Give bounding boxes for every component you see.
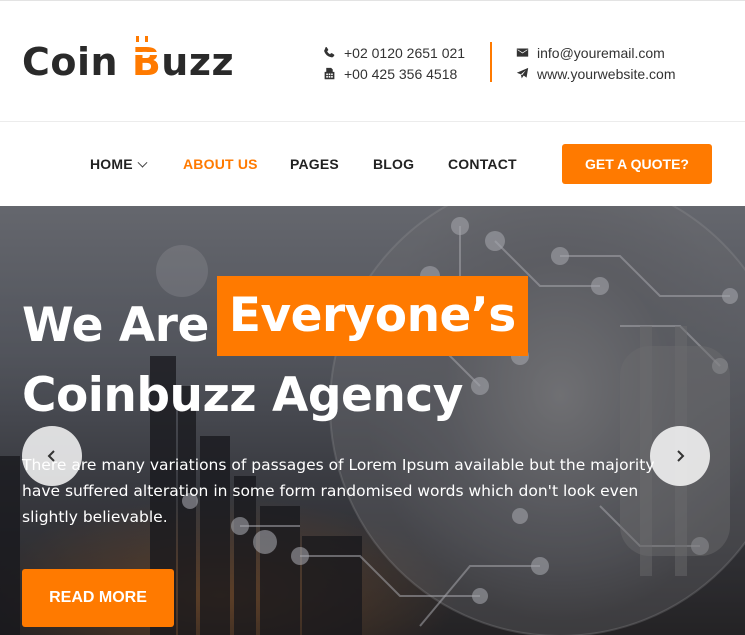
hero-slider: We Are Everyone’s Coinbuzz Agency There a… — [0, 206, 745, 635]
phone-number-2[interactable]: +00 425 356 4518 — [344, 66, 457, 82]
get-a-quote-button[interactable]: GET A QUOTE? — [562, 144, 712, 184]
website-row: www.yourwebsite.com — [515, 63, 676, 84]
slider-prev-button[interactable] — [22, 426, 82, 486]
chevron-down-icon — [137, 157, 148, 168]
site-logo[interactable]: Coin Buzz — [22, 36, 235, 85]
nav-item-blog[interactable]: BLOG — [373, 156, 414, 172]
hero-headline-line-1: We Are Everyone’s — [22, 276, 528, 366]
fax-icon — [322, 67, 336, 81]
envelope-icon — [515, 46, 529, 60]
chevron-left-icon — [47, 450, 55, 462]
logo-text-coin: Coin — [22, 40, 132, 84]
nav-item-about-us[interactable]: ABOUT US — [183, 156, 258, 172]
paper-plane-icon — [515, 67, 529, 81]
email-link[interactable]: info@youremail.com — [537, 45, 665, 61]
email-row: info@youremail.com — [515, 42, 676, 63]
phone-row-1: +02 0120 2651 021 — [322, 42, 465, 63]
hero-description: There are many variations of passages of… — [22, 456, 655, 526]
nav-item-contact[interactable]: CONTACT — [448, 156, 517, 172]
logo-bitcoin-b: B — [131, 36, 162, 84]
hero-headline-highlight: Everyone’s — [216, 276, 528, 356]
nav-item-pages[interactable]: PAGES — [290, 156, 339, 172]
slider-next-button[interactable] — [650, 426, 710, 486]
phone-icon — [322, 46, 336, 60]
phone-contacts: +02 0120 2651 021 +00 425 356 4518 — [322, 42, 465, 84]
read-more-button[interactable]: READ MORE — [22, 569, 174, 627]
email-contacts: info@youremail.com www.yourwebsite.com — [515, 42, 676, 84]
logo-text-uzz: uzz — [161, 40, 235, 84]
hero-headline-line-2: Coinbuzz Agency — [22, 368, 463, 423]
main-navigation: HOME ABOUT US PAGES BLOG CONTACT GET A Q… — [0, 122, 745, 206]
nav-item-home[interactable]: HOME — [90, 156, 148, 172]
website-link[interactable]: www.yourwebsite.com — [537, 66, 676, 82]
nav-home-label: HOME — [90, 156, 133, 172]
phone-number-1[interactable]: +02 0120 2651 021 — [344, 45, 465, 61]
chevron-right-icon — [677, 450, 685, 462]
hero-headline-prefix: We Are — [22, 298, 209, 353]
phone-row-2: +00 425 356 4518 — [322, 63, 465, 84]
header: Coin Buzz +02 0120 2651 021 +00 425 356 … — [0, 0, 745, 122]
contact-divider — [490, 42, 492, 82]
